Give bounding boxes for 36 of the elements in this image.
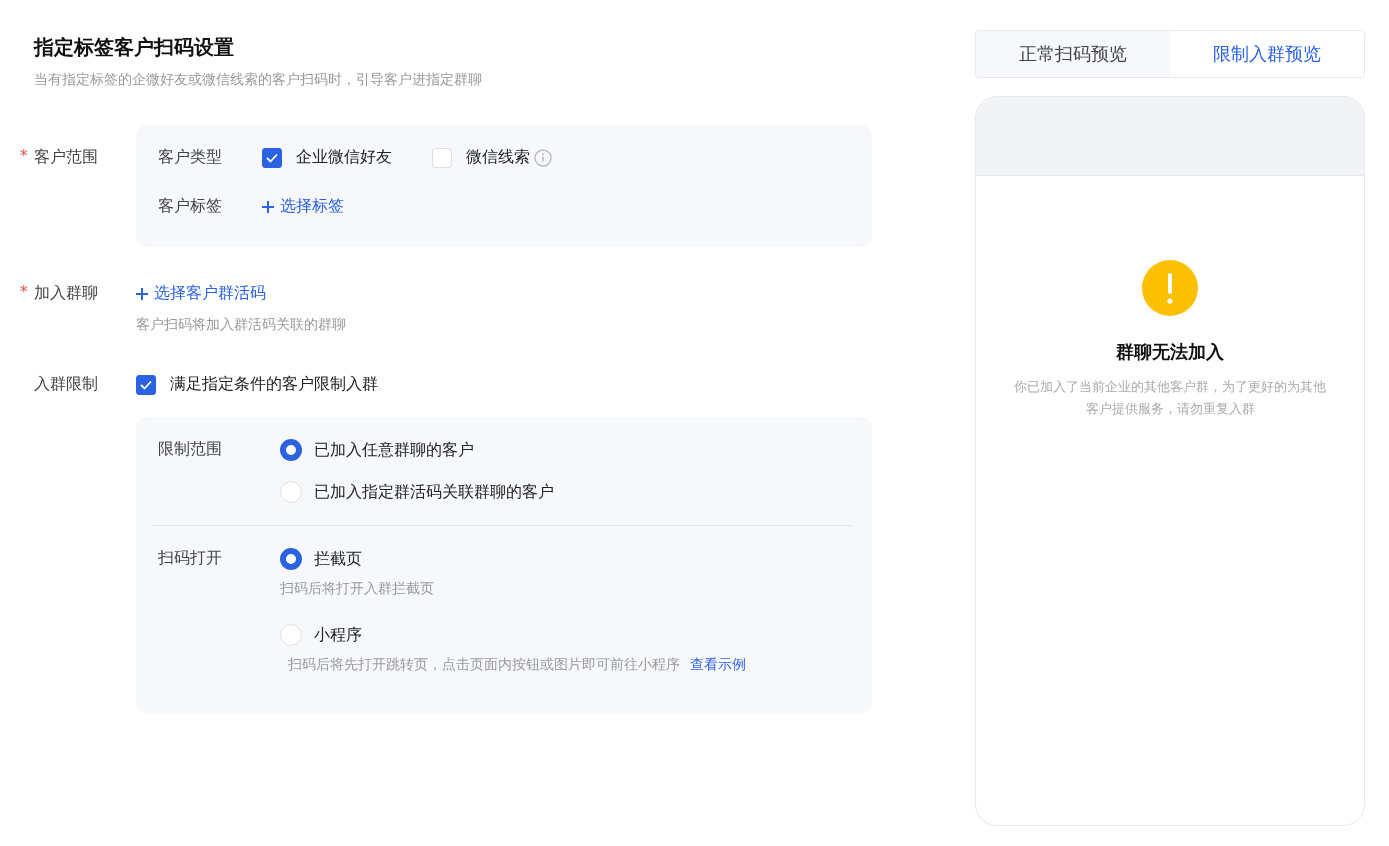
select-tags-link[interactable]: 选择标签 [262,196,344,217]
radio-label: 已加入指定群活码关联群聊的客户 [314,481,554,503]
warning-icon [1142,260,1198,316]
select-group-code-link[interactable]: 选择客户群活码 [136,283,266,304]
check-icon [266,152,278,163]
radio-button[interactable] [280,548,302,570]
checkbox-label: 企业微信好友 [296,147,392,168]
required-mark: * [20,283,29,303]
sub-label: 扫码打开 [158,548,223,569]
field-hint: 客户扫码将加入群活码关联的群聊 [136,316,346,334]
option-hint: 扫码后将先打开跳转页，点击页面内按钮或图片即可前往小程序 查看示例 [288,656,746,674]
radio-label: 已加入任意群聊的客户 [314,439,474,461]
checkbox-label: 微信线索 [466,147,530,168]
preview-title: 群聊无法加入 [1116,340,1224,364]
checkbox[interactable] [262,147,282,168]
plus-icon [262,200,274,213]
required-mark: * [20,147,29,167]
sub-label: 客户标签 [158,196,223,217]
check-icon [140,379,152,390]
radio-button[interactable] [280,439,302,461]
preview-tab[interactable]: 正常扫码预览 [976,31,1170,77]
field-label: 入群限制 [34,374,98,395]
radio-label: 小程序 [314,624,362,646]
sub-label: 客户类型 [158,147,223,168]
radio-label: 拦截页 [314,548,362,570]
plus-icon [136,287,148,300]
sub-label: 限制范围 [158,439,223,460]
checkbox[interactable] [136,374,156,395]
field-label: 加入群聊 [34,283,98,304]
page-description: 当有指定标签的企微好友或微信线索的客户扫码时，引导客户进指定群聊 [34,71,483,89]
preview-message: 你已加入了当前企业的其他客户群，为了更好的为其他客户提供服务，请勿重复入群 [1013,378,1327,418]
checkbox-label: 满足指定条件的客户限制入群 [170,374,378,395]
field-label: 客户范围 [34,147,98,168]
option-hint: 扫码后将打开入群拦截页 [280,580,435,598]
view-example-link[interactable]: 查看示例 [690,656,746,672]
page-title: 指定标签客户扫码设置 [34,34,235,61]
